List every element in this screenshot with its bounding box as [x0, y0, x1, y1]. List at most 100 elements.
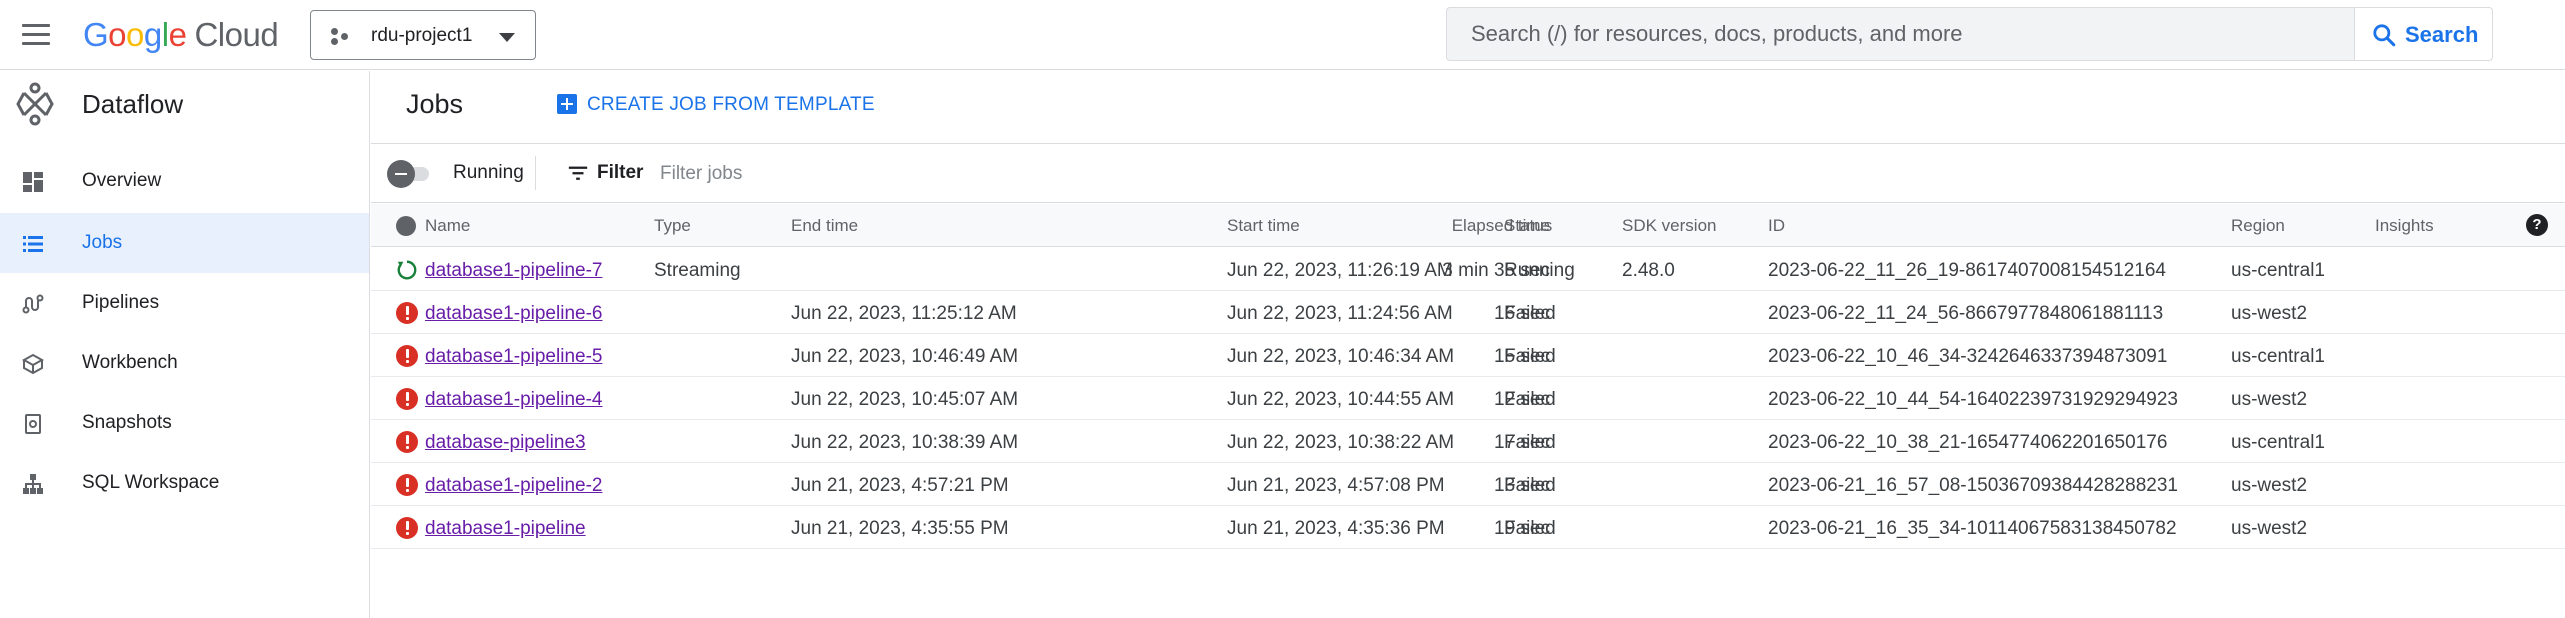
job-status: Running: [1504, 260, 1575, 281]
error-icon: [396, 431, 418, 453]
job-region: us-west2: [2231, 303, 2308, 324]
job-end-time: Jun 22, 2023, 11:25:12 AM: [791, 303, 1017, 324]
page-title: Jobs: [406, 89, 464, 119]
main-menu-icon[interactable]: [20, 22, 52, 48]
job-id: 2023-06-22_11_26_19-8617407008154512164: [1768, 260, 2166, 281]
job-name-link[interactable]: database1-pipeline: [425, 518, 586, 540]
google-cloud-logo[interactable]: Google Cloud: [83, 16, 279, 54]
product-header: Dataflow: [0, 71, 369, 138]
filter-list-icon: [568, 166, 588, 180]
job-region: us-central1: [2231, 432, 2325, 453]
table-row: database1-pipeline-5 Jun 22, 2023, 10:46…: [371, 334, 2565, 377]
job-sdk-version: 2.48.0: [1622, 260, 1675, 281]
job-start-time: Jun 22, 2023, 11:24:56 AM: [1227, 303, 1453, 324]
column-header-name[interactable]: Name: [425, 216, 470, 236]
list-icon: [23, 236, 43, 252]
job-status: Failed: [1504, 303, 1556, 324]
sidebar-item-jobs[interactable]: Jobs: [0, 213, 369, 273]
divider: [535, 156, 536, 190]
job-status: Failed: [1504, 432, 1556, 453]
job-id: 2023-06-22_10_44_54-16402239731929294923: [1768, 389, 2178, 410]
search-icon: [2373, 24, 2396, 47]
job-type: Streaming: [654, 260, 741, 281]
dashboard-icon: [23, 172, 43, 192]
sidebar-item-overview[interactable]: Overview: [0, 151, 369, 211]
filter-jobs-input[interactable]: [660, 158, 1260, 190]
column-header-status[interactable]: Status: [1504, 216, 1552, 236]
project-icon: [331, 28, 349, 46]
job-name-link[interactable]: database1-pipeline-6: [425, 303, 602, 325]
job-id: 2023-06-21_16_57_08-15036709384428288231: [1768, 475, 2178, 496]
table-row: database1-pipeline-6 Jun 22, 2023, 11:25…: [371, 291, 2565, 334]
product-title: Dataflow: [82, 89, 184, 119]
job-id: 2023-06-21_16_35_34-10114067583138450782: [1768, 518, 2177, 539]
job-id: 2023-06-22_10_46_34-3242646337394873091: [1768, 346, 2168, 367]
sidebar-item-pipelines[interactable]: Pipelines: [0, 273, 369, 333]
help-icon[interactable]: ?: [2526, 214, 2548, 236]
job-region: us-central1: [2231, 346, 2325, 367]
job-name-link[interactable]: database1-pipeline-4: [425, 389, 602, 411]
running-icon: [397, 260, 417, 280]
error-icon: [396, 345, 418, 367]
column-header-end-time[interactable]: End time: [791, 216, 858, 236]
column-header-region[interactable]: Region: [2231, 216, 2285, 236]
search-button[interactable]: Search: [2354, 7, 2493, 61]
toggle-off-icon: [387, 160, 415, 188]
search-input[interactable]: [1446, 7, 2354, 61]
job-name-link[interactable]: database1-pipeline-2: [425, 475, 602, 497]
job-region: us-west2: [2231, 389, 2308, 410]
table-row: database1-pipeline Jun 21, 2023, 4:35:55…: [371, 506, 2565, 549]
running-toggle-label: Running: [453, 162, 524, 183]
job-start-time: Jun 22, 2023, 10:44:55 AM: [1227, 389, 1455, 410]
job-start-time: Jun 22, 2023, 10:38:22 AM: [1227, 432, 1455, 453]
job-end-time: Jun 22, 2023, 10:45:07 AM: [791, 389, 1019, 410]
column-header-sdk-version[interactable]: SDK version: [1622, 216, 1716, 236]
sql-workspace-icon: [23, 474, 43, 494]
table-row: database1-pipeline-4 Jun 22, 2023, 10:45…: [371, 377, 2565, 420]
top-bar: Google Cloud rdu-project1 Search: [0, 0, 2565, 70]
status-column-icon: [396, 216, 416, 236]
job-status: Failed: [1504, 346, 1556, 367]
chevron-down-icon: [499, 33, 515, 42]
job-end-time: Jun 21, 2023, 4:57:21 PM: [791, 475, 1009, 496]
table-row: database1-pipeline-2 Jun 21, 2023, 4:57:…: [371, 463, 2565, 506]
job-start-time: Jun 21, 2023, 4:57:08 PM: [1227, 475, 1445, 496]
sidebar-item-sql-workspace[interactable]: SQL Workspace: [0, 453, 369, 513]
job-id: 2023-06-22_10_38_21-1654774062201650176: [1768, 432, 2168, 453]
pipelines-icon: [22, 294, 44, 314]
job-start-time: Jun 22, 2023, 11:26:19 AM: [1227, 260, 1453, 281]
job-id: 2023-06-22_11_24_56-8667977848061881113: [1768, 303, 2164, 324]
job-status: Failed: [1504, 475, 1556, 496]
column-header-type[interactable]: Type: [654, 216, 691, 236]
job-end-time: Jun 22, 2023, 10:38:39 AM: [791, 432, 1019, 453]
error-icon: [396, 388, 418, 410]
job-region: us-central1: [2231, 260, 2325, 281]
workbench-icon: [21, 353, 45, 375]
error-icon: [396, 302, 418, 324]
job-name-link[interactable]: database1-pipeline-7: [425, 260, 602, 282]
job-end-time: Jun 22, 2023, 10:46:49 AM: [791, 346, 1019, 367]
job-status: Failed: [1504, 389, 1556, 410]
project-selector[interactable]: rdu-project1: [310, 10, 536, 60]
search-button-label: Search: [2405, 22, 2479, 47]
sidebar-item-snapshots[interactable]: Snapshots: [0, 393, 369, 453]
sidebar: Dataflow Overview Jobs Pipelines Workben…: [0, 71, 370, 618]
jobs-table-header: Name Type End time Elapsed time Start ti…: [371, 204, 2565, 247]
error-icon: [396, 517, 418, 539]
job-start-time: Jun 21, 2023, 4:35:36 PM: [1227, 518, 1445, 539]
column-header-id[interactable]: ID: [1768, 216, 1785, 236]
job-start-time: Jun 22, 2023, 10:46:34 AM: [1227, 346, 1455, 367]
sidebar-item-workbench[interactable]: Workbench: [0, 333, 369, 393]
error-icon: [396, 474, 418, 496]
job-region: us-west2: [2231, 518, 2308, 539]
column-header-start-time[interactable]: Start time: [1227, 216, 1300, 236]
project-name: rdu-project1: [371, 25, 473, 46]
job-region: us-west2: [2231, 475, 2308, 496]
job-name-link[interactable]: database-pipeline3: [425, 432, 586, 454]
add-box-icon: [557, 94, 577, 114]
job-name-link[interactable]: database1-pipeline-5: [425, 346, 602, 368]
column-header-insights[interactable]: Insights: [2375, 216, 2434, 236]
job-end-time: Jun 21, 2023, 4:35:55 PM: [791, 518, 1009, 539]
dataflow-icon: [16, 82, 54, 126]
running-toggle[interactable]: [387, 159, 429, 189]
